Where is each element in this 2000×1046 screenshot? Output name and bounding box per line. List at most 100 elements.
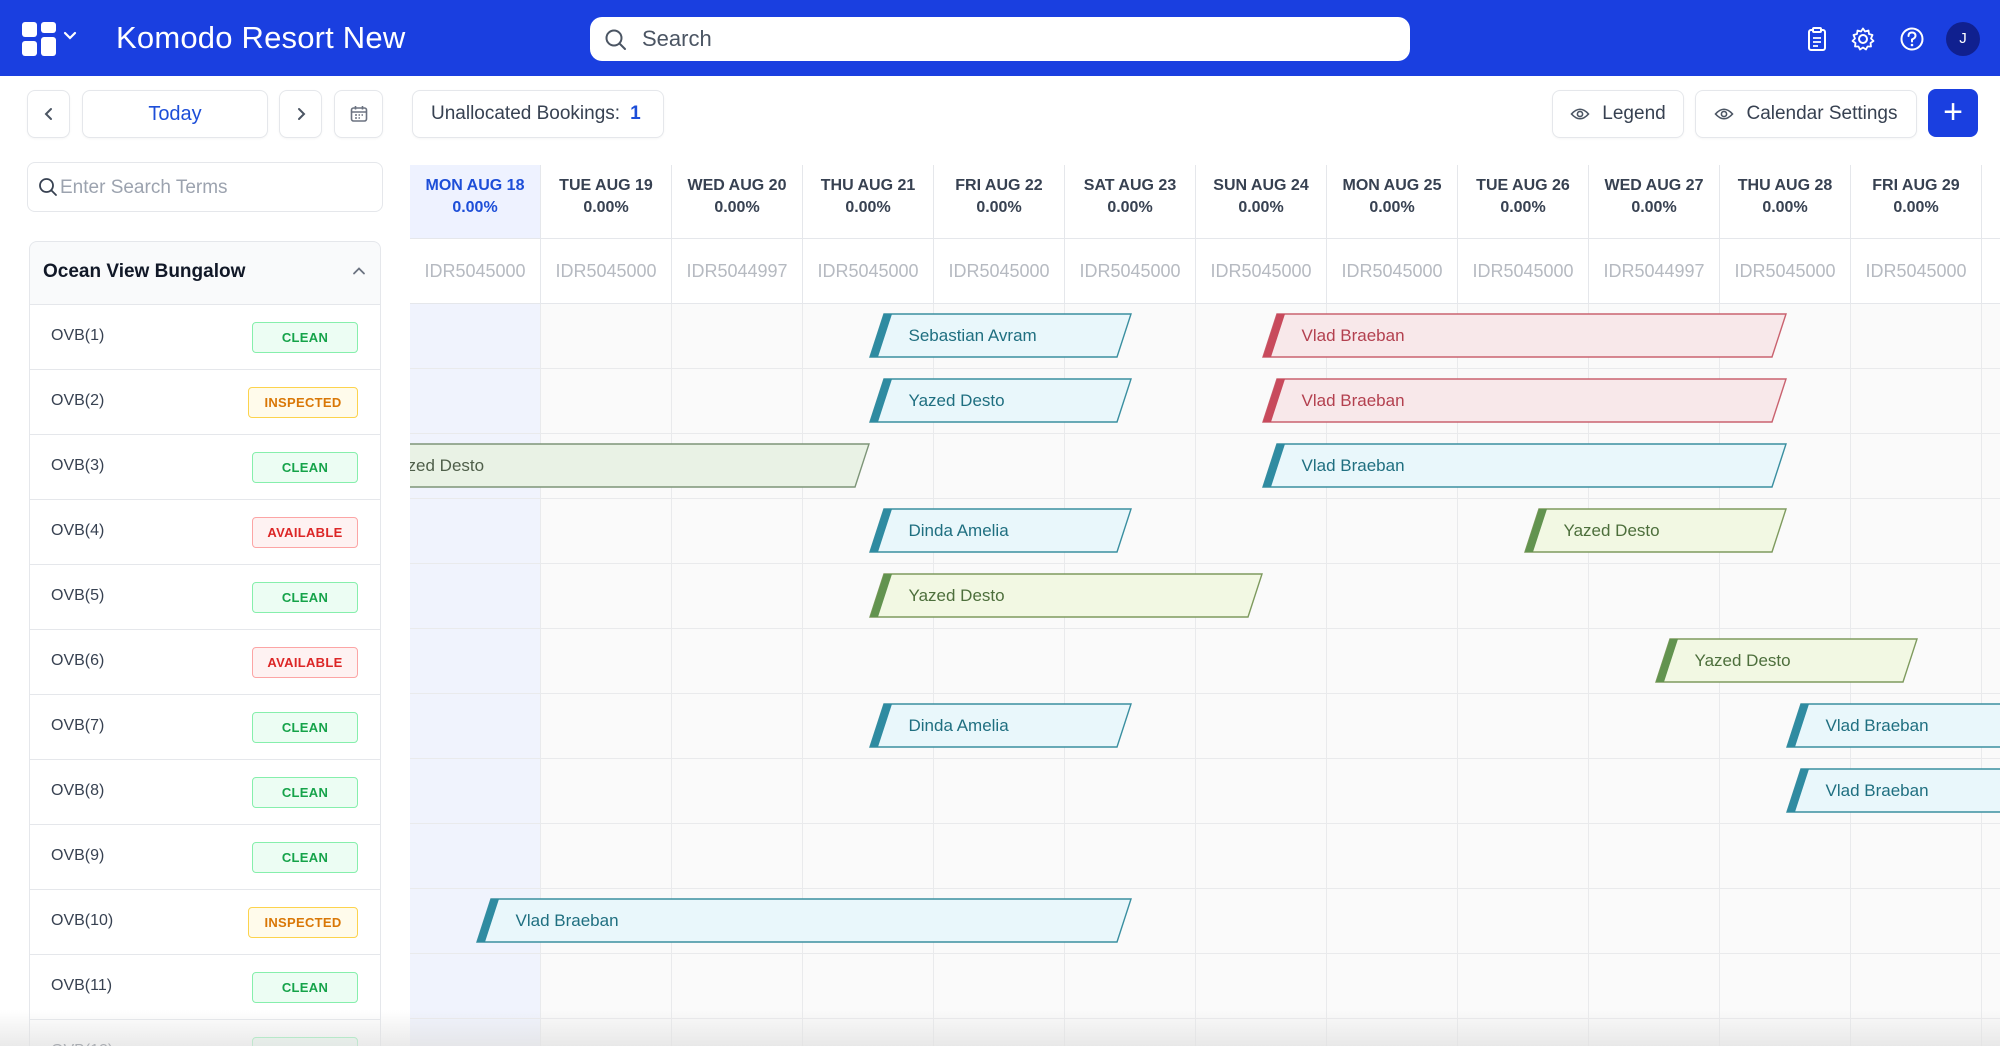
room-status-badge[interactable]: CLEAN (252, 972, 358, 1003)
room-status-badge[interactable]: CLEAN (252, 777, 358, 808)
booking-bar[interactable]: Yazed Desto (868, 378, 1132, 424)
chevron-down-icon[interactable] (62, 28, 78, 49)
rate-row: IDR5045000 IDR5045000 IDR5044997 IDR5045000… (410, 238, 2000, 304)
day-header[interactable]: TUE AUG 19 0.00% (541, 165, 672, 238)
booking-bar[interactable]: Yazed Desto (1654, 638, 1918, 684)
booking-guest-name: Vlad Braeban (515, 911, 619, 930)
booking-bar[interactable]: Vlad Braeban (1261, 443, 1787, 489)
booking-bar[interactable]: Yazed Desto (410, 443, 870, 489)
global-search[interactable] (590, 17, 1410, 61)
room-status-badge[interactable]: CLEAN (252, 322, 358, 353)
room-row[interactable]: OVB(3) CLEAN (30, 434, 380, 499)
booking-bar[interactable]: Yazed Desto (868, 573, 1263, 619)
rate-cell[interactable]: IDR5044997 (672, 239, 803, 303)
rate-cell[interactable]: IDR5045000 (1327, 239, 1458, 303)
booking-bar[interactable]: Dinda Amelia (868, 703, 1132, 749)
rate-cell[interactable]: IDR5045000 (1458, 239, 1589, 303)
day-header[interactable]: WED AUG 27 0.00% (1589, 165, 1720, 238)
booking-bar[interactable]: Vlad Braeban (475, 898, 1132, 944)
date-picker-button[interactable] (334, 90, 383, 138)
today-button[interactable]: Today (82, 90, 268, 138)
room-status-badge[interactable]: CLEAN (252, 712, 358, 743)
day-header[interactable]: FRI AUG 22 0.00% (934, 165, 1065, 238)
chevron-left-icon (44, 108, 52, 120)
day-header[interactable]: FRI AUG 29 0.00% (1851, 165, 1982, 238)
day-header[interactable]: SAT AUG 23 0.00% (1065, 165, 1196, 238)
unallocated-bookings-button[interactable]: Unallocated Bookings: 1 (412, 90, 664, 138)
calendar-settings-button[interactable]: Calendar Settings (1695, 90, 1917, 138)
booking-bar[interactable]: Sebastian Avram (868, 313, 1132, 359)
room-group-header[interactable]: Ocean View Bungalow (29, 241, 381, 304)
day-label: FRI AUG 22 (955, 177, 1043, 194)
day-label: MON AUG 25 (1342, 177, 1442, 194)
booking-bar[interactable]: Dinda Amelia (868, 508, 1132, 554)
day-label: WED AUG 27 (1604, 177, 1704, 194)
room-status-badge[interactable]: INSPECTED (248, 387, 358, 418)
room-row[interactable]: OVB(2) INSPECTED (30, 369, 380, 434)
clipboard-icon[interactable] (1804, 26, 1830, 52)
rate-cell[interactable]: IDR5045000 (410, 239, 541, 303)
add-booking-button[interactable]: + (1928, 89, 1978, 137)
app-grid-icon[interactable] (22, 22, 56, 56)
day-header[interactable]: WED AUG 20 0.00% (672, 165, 803, 238)
room-row[interactable]: OVB(6) AVAILABLE (30, 629, 380, 694)
room-status-badge[interactable]: CLEAN (252, 842, 358, 873)
calendar-grid: Sebastian Avram Vlad Braeban Yazed Desto Vl… (410, 304, 2000, 1046)
prev-period-button[interactable] (27, 90, 70, 138)
calendar-icon (350, 106, 367, 122)
day-header[interactable]: MON AUG 25 0.00% (1327, 165, 1458, 238)
room-row[interactable]: OVB(5) CLEAN (30, 564, 380, 629)
room-status-badge[interactable]: INSPECTED (248, 907, 358, 938)
calendar-settings-label: Calendar Settings (1746, 103, 1898, 124)
room-row[interactable]: OVB(7) CLEAN (30, 694, 380, 759)
room-row[interactable]: OVB(8) CLEAN (30, 759, 380, 824)
day-header[interactable]: THU AUG 28 0.00% (1720, 165, 1851, 238)
day-header[interactable]: SUN AUG 24 0.00% (1196, 165, 1327, 238)
user-avatar[interactable]: J (1946, 22, 1980, 56)
room-status-badge[interactable]: AVAILABLE (252, 517, 358, 548)
day-label: FRI AUG 29 (1872, 177, 1960, 194)
room-row[interactable]: OVB(9) CLEAN (30, 824, 380, 889)
legend-button[interactable]: Legend (1552, 90, 1684, 138)
unallocated-label: Unallocated Bookings: (431, 103, 621, 124)
rate-cell[interactable]: IDR5045000 (1196, 239, 1327, 303)
day-header[interactable]: THU AUG 21 0.00% (803, 165, 934, 238)
booking-bar[interactable]: Yazed Desto (1523, 508, 1787, 554)
rate-cell[interactable]: IDR5045000 (1720, 239, 1851, 303)
help-icon[interactable] (1899, 26, 1925, 52)
rate-cell[interactable]: IDR5044997 (1589, 239, 1720, 303)
room-status-badge[interactable]: CLEAN (252, 452, 358, 483)
occupancy-percent: 0.00% (976, 199, 1022, 216)
rate-cell[interactable]: IDR5045000 (541, 239, 672, 303)
room-row[interactable]: OVB(10) INSPECTED (30, 889, 380, 954)
booking-bar[interactable]: Vlad Braeban (1785, 703, 2000, 749)
room-name: OVB(1) (51, 327, 105, 344)
day-label: TUE AUG 19 (559, 177, 653, 194)
room-search-input[interactable] (60, 173, 370, 203)
next-period-button[interactable] (279, 90, 322, 138)
gear-icon[interactable] (1850, 26, 1876, 52)
grid-row-line (410, 498, 2000, 499)
occupancy-percent: 0.00% (1369, 199, 1415, 216)
room-search[interactable] (27, 162, 383, 212)
room-status-badge[interactable]: CLEAN (252, 582, 358, 613)
chevron-up-icon[interactable] (350, 262, 368, 280)
rate-cell[interactable]: IDR5045000 (1065, 239, 1196, 303)
booking-bar[interactable]: Vlad Braeban (1261, 378, 1787, 424)
room-name: OVB(9) (51, 847, 105, 864)
room-row[interactable]: OVB(1) CLEAN (30, 304, 380, 369)
room-status-badge[interactable]: AVAILABLE (252, 647, 358, 678)
rate-cell[interactable]: IDR5045000 (934, 239, 1065, 303)
rate-cell[interactable]: IDR5045000 (1851, 239, 1982, 303)
booking-guest-name: Yazed Desto (1563, 521, 1660, 540)
occupancy-percent: 0.00% (1238, 199, 1284, 216)
global-search-input[interactable] (642, 23, 1382, 55)
room-row[interactable]: OVB(4) AVAILABLE (30, 499, 380, 564)
top-app-bar: Komodo Resort New J (0, 0, 2000, 76)
grid-column-line (1981, 304, 1982, 1046)
booking-bar[interactable]: Vlad Braeban (1785, 768, 2000, 814)
day-header[interactable]: TUE AUG 26 0.00% (1458, 165, 1589, 238)
rate-cell[interactable]: IDR5045000 (803, 239, 934, 303)
booking-bar[interactable]: Vlad Braeban (1261, 313, 1787, 359)
day-header[interactable]: MON AUG 18 0.00% (410, 165, 541, 238)
